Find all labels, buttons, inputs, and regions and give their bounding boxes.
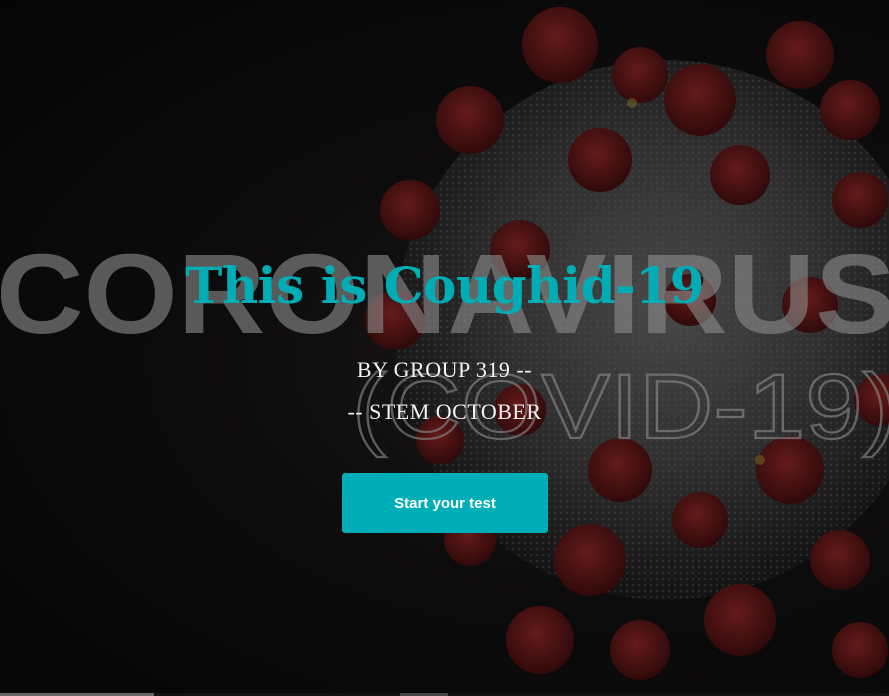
- subtitle-group: BY GROUP 319 --: [356, 357, 533, 382]
- coronavirus-background-illustration: CORONAVIRUS (COVID-19): [0, 0, 889, 696]
- start-test-button[interactable]: Start your test: [342, 473, 548, 533]
- hero-section: CORONAVIRUS (COVID-19) This is Coughid-1…: [0, 0, 889, 696]
- page-title: This is Coughid-19: [185, 256, 704, 315]
- subtitle-event: -- STEM OCTOBER: [347, 399, 542, 424]
